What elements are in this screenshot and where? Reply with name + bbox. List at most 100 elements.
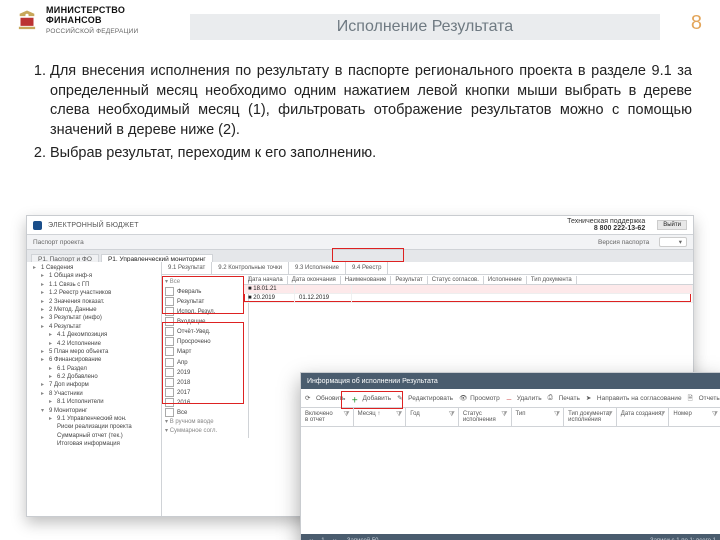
month-item[interactable]: Испол. Резул.	[165, 307, 245, 317]
grid-header[interactable]: Результат	[391, 276, 427, 284]
center-pane: 9.1 Результат 9.2 Контрольные точки 9.3 …	[162, 262, 693, 516]
subtab-4[interactable]: 9.4 Реестр	[346, 262, 389, 274]
page-number: 8	[691, 12, 702, 35]
panel-col-header[interactable]: Год⧩	[406, 408, 459, 426]
tree-row[interactable]: ▸2 Значения показат.	[29, 298, 159, 306]
tree-row[interactable]: ▸4.2 Исполнение	[29, 340, 159, 348]
results-grid[interactable]: Дата началаДата окончанияНаиме­нованиеРе…	[244, 276, 693, 303]
month-item[interactable]: Результат	[165, 297, 245, 307]
tool-add[interactable]: ＋Добавить	[351, 394, 391, 403]
grid-header[interactable]: Дата начала	[244, 276, 288, 284]
month-item[interactable]: Все	[165, 408, 245, 418]
tree-row[interactable]: ▸1.1 Связь с ГП	[29, 281, 159, 289]
ministry-brand: МИНИСТЕРСТВО ФИНАНСОВ РОССИЙСКОЙ ФЕДЕРАЦ…	[14, 6, 138, 36]
grid-row[interactable]: ■ 20.201901.12.2019	[244, 294, 693, 303]
month-item[interactable]: 2019	[165, 368, 245, 378]
tree-row[interactable]: ▸8 Участники	[29, 390, 159, 398]
panel-col-header[interactable]: Статусисполнения⧩	[459, 408, 512, 426]
filter-icon[interactable]: ⧩	[554, 411, 560, 419]
subtab-1[interactable]: 9.1 Результат	[162, 262, 212, 274]
tree-row[interactable]: ▾9 Мониторинг	[29, 407, 159, 415]
month-item[interactable]: 2017	[165, 388, 245, 398]
tree-row[interactable]: ▸2 Метод. Данные	[29, 306, 159, 314]
tree-row[interactable]: ▸3 Результат (инфо)	[29, 314, 159, 322]
tool-edit[interactable]: ✎Редактировать	[397, 394, 453, 403]
tree-row[interactable]: ▸4.1 Декомпозиция	[29, 331, 159, 339]
app-menu: Паспорт проекта Версия паспорта ▾	[27, 235, 693, 250]
month-item[interactable]: Апр	[165, 358, 245, 368]
grid-header[interactable]: Исполнение	[484, 276, 527, 284]
tree-row[interactable]: ▸5 План меро объекта	[29, 348, 159, 356]
tree-row[interactable]: Итоговая информация	[29, 440, 159, 448]
body-text: Для внесения исполнения по результату в …	[28, 62, 692, 168]
filter-icon[interactable]: ⧩	[449, 411, 455, 419]
filter-icon[interactable]: ⧩	[659, 411, 665, 419]
brand-text: МИНИСТЕРСТВО ФИНАНСОВ РОССИЙСКОЙ ФЕДЕРАЦ…	[46, 6, 138, 36]
panel-col-header[interactable]: Включенов отчет⧩	[301, 408, 354, 426]
pencil-icon: ✎	[397, 394, 406, 403]
tree-row[interactable]: Суммарный отчет (тек.)	[29, 432, 159, 440]
emblem-icon	[14, 8, 40, 34]
tool-refresh[interactable]: ⟳Обновить	[305, 394, 345, 403]
grid-header[interactable]: Дата окончания	[288, 276, 341, 284]
filter-icon[interactable]: ⧩	[607, 411, 613, 419]
slide-title: Исполнение Результата	[190, 14, 660, 40]
tree-row[interactable]: ▸6.2 Добавлено	[29, 373, 159, 381]
panel-col-header[interactable]: Тип документаисполнения⧩	[564, 408, 617, 426]
subtab-3[interactable]: 9.3 Исполнение	[289, 262, 346, 274]
tree-row[interactable]: ▸1 Общая инф-я	[29, 272, 159, 280]
app-title: ЭЛЕКТРОННЫЙ БЮДЖЕТ	[48, 222, 139, 229]
app-logo-icon	[33, 221, 42, 230]
grid-header[interactable]: Тип документа	[527, 276, 577, 284]
version-select[interactable]: ▾	[659, 237, 687, 247]
grid-header[interactable]: Наиме­нование	[341, 276, 392, 284]
subtabs: 9.1 Результат 9.2 Контрольные точки 9.3 …	[162, 262, 693, 275]
filter-icon[interactable]: ⧩	[501, 411, 507, 419]
month-item[interactable]: Просрочено	[165, 337, 245, 347]
version-label: Версия паспорта	[598, 239, 649, 246]
app-screenshot: ЭЛЕКТРОННЫЙ БЮДЖЕТ Техническая поддержка…	[26, 215, 694, 517]
filter-icon[interactable]: ⧩	[712, 411, 718, 419]
tree-row[interactable]: ▸6.1 Раздел	[29, 365, 159, 373]
tool-reports[interactable]: 🗎Отчеты	[688, 394, 720, 403]
month-item[interactable]: Входящие	[165, 317, 245, 327]
eye-icon: 👁	[459, 394, 468, 403]
tree-row[interactable]: Риски реализации проекта	[29, 423, 159, 431]
months-tree[interactable]: ▾ Все ФевральРезультатИспол. Резул.Входя…	[162, 276, 249, 438]
tool-view[interactable]: 👁Просмотр	[459, 394, 500, 403]
month-item[interactable]: Март	[165, 347, 245, 357]
grid-header[interactable]: Статус согласов.	[428, 276, 484, 284]
panel-col-header[interactable]: Номер⧩	[669, 408, 720, 426]
panel-toolbar: ⟳Обновить ＋Добавить ✎Редактировать 👁Прос…	[301, 389, 720, 408]
tool-delete[interactable]: －Удалить	[506, 394, 542, 403]
menu-left[interactable]: Паспорт проекта	[33, 239, 84, 246]
filter-icon[interactable]: ⧩	[396, 411, 402, 419]
print-icon: ⎙	[548, 394, 557, 403]
filter-icon[interactable]: ⧩	[343, 411, 349, 419]
tree-row[interactable]: ▸8.1 Исполнители	[29, 398, 159, 406]
sidebar-tree[interactable]: ▸1 Сведения▸1 Общая инф-я▸1.1 Связь с ГП…	[27, 262, 162, 516]
app-titlebar: ЭЛЕКТРОННЫЙ БЮДЖЕТ Техническая поддержка…	[27, 216, 693, 235]
panel-col-header[interactable]: Дата создания⧩	[617, 408, 670, 426]
doc-icon: 🗎	[688, 394, 697, 403]
exit-button[interactable]: Выйти	[657, 220, 687, 230]
tree-row[interactable]: ▸9.1 Управленческий мон.	[29, 415, 159, 423]
subtab-2[interactable]: 9.2 Контрольные точки	[212, 262, 289, 274]
panel-col-header[interactable]: Тип⧩	[512, 408, 565, 426]
minus-icon: －	[506, 394, 515, 403]
grid-row[interactable]: ■ 18.01.21	[244, 285, 693, 294]
month-item[interactable]: Февраль	[165, 287, 245, 297]
tool-send[interactable]: ➤Направить на согласование	[586, 394, 682, 403]
tool-print[interactable]: ⎙Печать	[548, 394, 580, 403]
tree-row[interactable]: ▸6 Финансирование	[29, 356, 159, 364]
tree-row[interactable]: ▸1 Сведения	[29, 264, 159, 272]
panel-title: Информация об исполнении Результата	[301, 373, 720, 389]
tree-row[interactable]: ▸4 Результат	[29, 323, 159, 331]
panel-columns: Включенов отчет⧩Месяц ↑⧩Год⧩Статусисполн…	[301, 408, 720, 427]
month-item[interactable]: 2016	[165, 398, 245, 408]
month-item[interactable]: 2018	[165, 378, 245, 388]
panel-col-header[interactable]: Месяц ↑⧩	[354, 408, 407, 426]
tree-row[interactable]: ▸1.2 Реестр участников	[29, 289, 159, 297]
month-item[interactable]: Отчёт-Увед.	[165, 327, 245, 337]
tree-row[interactable]: ▸7 Доп информ	[29, 381, 159, 389]
